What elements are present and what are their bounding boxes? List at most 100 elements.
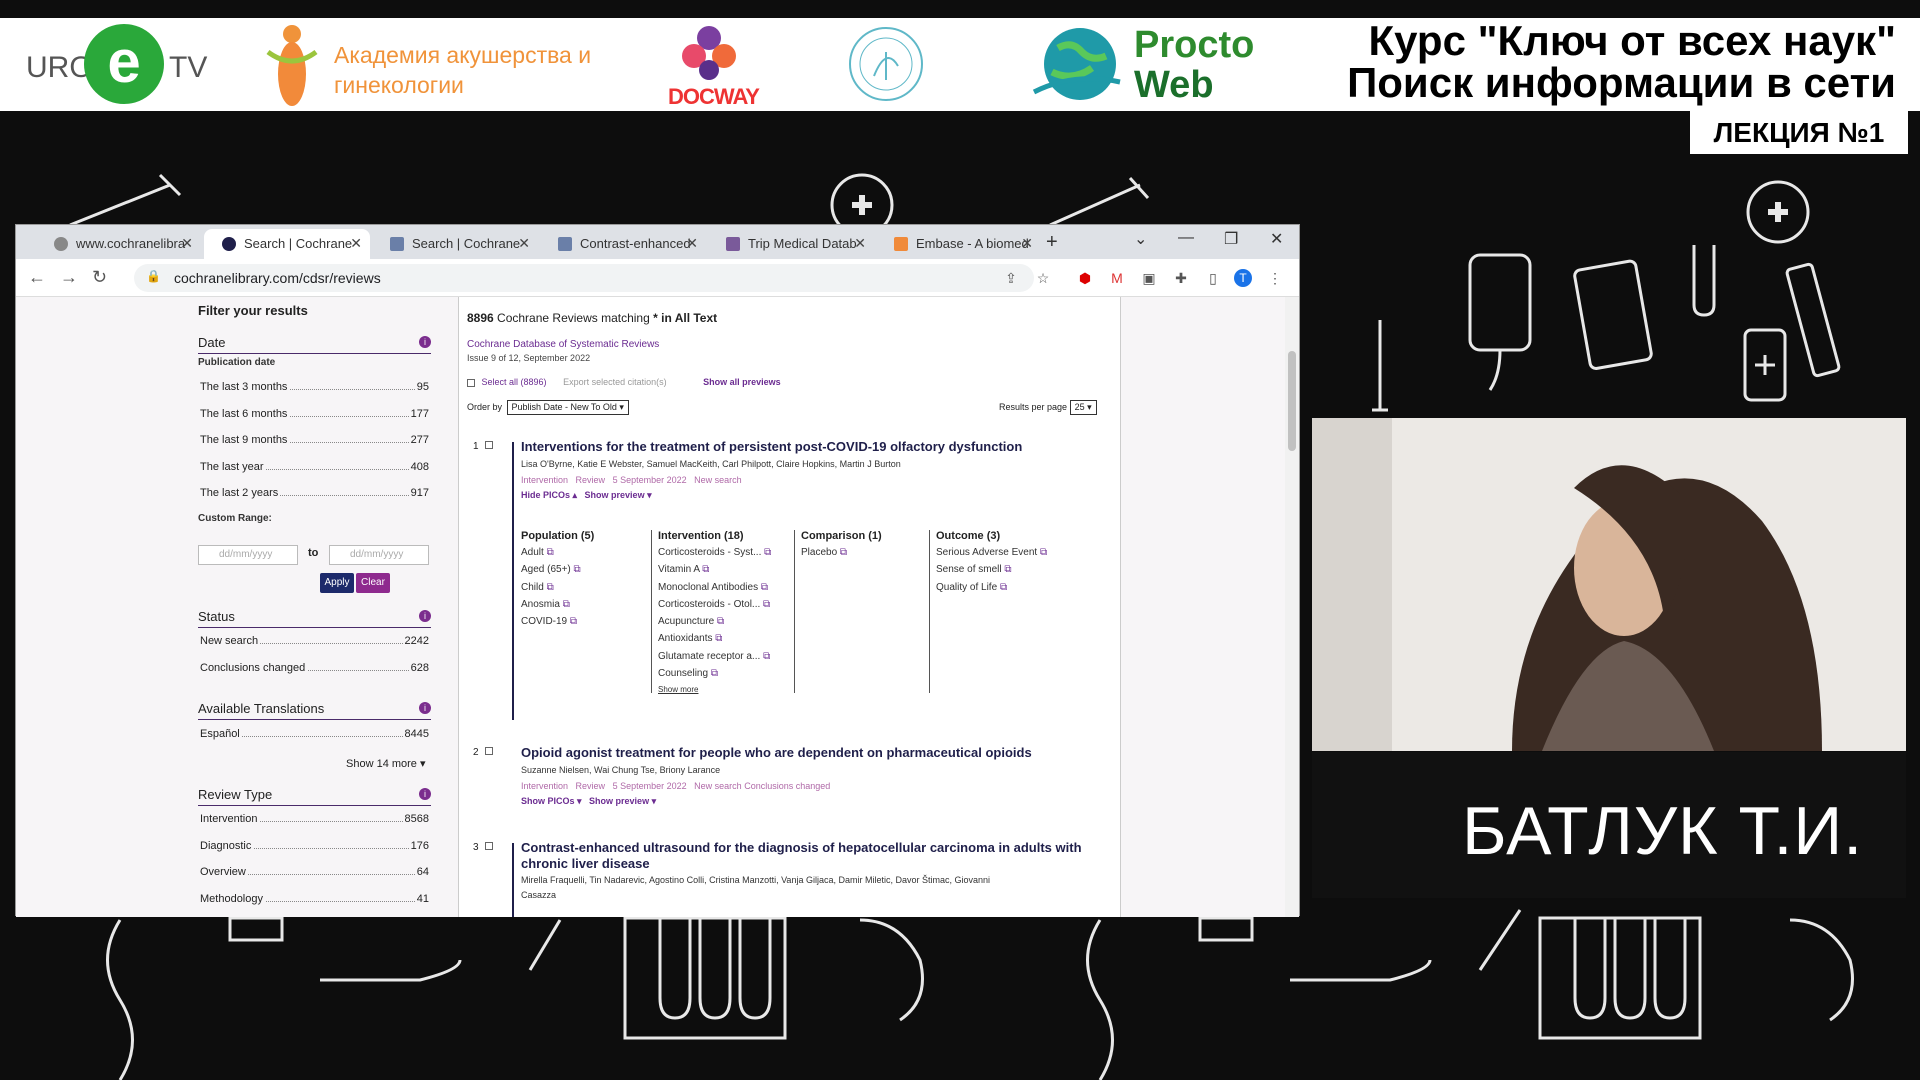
pico-item[interactable]: Counseling ⧉ — [658, 668, 791, 685]
profile-avatar[interactable]: T — [1234, 269, 1252, 287]
filter-row-intervention[interactable]: Intervention 8568 — [200, 813, 429, 825]
result-title-link[interactable]: Opioid agonist treatment for people who … — [521, 745, 1032, 760]
external-link-icon[interactable]: ⧉ — [702, 564, 709, 575]
url-text[interactable]: cochranelibrary.com/cdsr/reviews — [174, 270, 381, 286]
adblock-extension-icon[interactable]: ⬢ — [1076, 269, 1094, 287]
tab-embase[interactable]: Embase - A biomed ✕ — [876, 229, 1041, 259]
page-scrollbar[interactable] — [1285, 297, 1299, 917]
result-title-link-line2[interactable]: chronic liver disease — [521, 856, 650, 871]
filter-row-conclusions-changed[interactable]: Conclusions changed 628 — [200, 662, 429, 674]
pico-item[interactable]: Monoclonal Antibodies ⧉ — [658, 582, 791, 599]
show-more-translations-link[interactable]: Show 14 more ▾ — [346, 757, 426, 770]
maximize-button[interactable]: ❐ — [1224, 229, 1238, 249]
pico-item[interactable]: Aged (65+) ⧉ — [521, 564, 647, 581]
extensions-puzzle-icon[interactable]: ✚ — [1172, 269, 1190, 287]
pico-item[interactable]: Corticosteroids - Syst... ⧉ — [658, 547, 791, 564]
forward-arrow-icon[interactable]: → — [60, 267, 78, 288]
close-tab-icon[interactable]: ✕ — [854, 235, 866, 252]
tab-search-cochrane-2[interactable]: Search | Cochrane ✕ — [372, 229, 538, 259]
close-tab-icon[interactable]: ✕ — [1021, 235, 1033, 252]
external-link-icon[interactable]: ⧉ — [570, 616, 577, 627]
show-preview-toggle[interactable]: Show preview ▾ — [589, 796, 656, 806]
media-extension-icon[interactable]: ▣ — [1140, 269, 1158, 287]
pico-item[interactable]: Child ⧉ — [521, 582, 647, 599]
info-icon[interactable]: i — [419, 610, 431, 622]
filter-row-espanol[interactable]: Español 8445 — [200, 728, 429, 740]
per-page-select[interactable]: 25 ▾ — [1069, 400, 1097, 415]
filter-row-diagnostic[interactable]: Diagnostic 176 — [200, 840, 429, 852]
pico-item[interactable]: Sense of smell ⧉ — [936, 564, 1079, 581]
tab-search-chevron-icon[interactable]: ⌄ — [1134, 229, 1147, 249]
tab-trip-database[interactable]: Trip Medical Datab ✕ — [708, 229, 874, 259]
share-icon[interactable]: ⇪ — [1002, 269, 1020, 287]
filter-row-last-9-months[interactable]: The last 9 months 277 — [200, 434, 429, 446]
pico-item[interactable]: Quality of Life ⧉ — [936, 582, 1079, 599]
external-link-icon[interactable]: ⧉ — [574, 564, 581, 575]
apply-button[interactable]: Apply — [320, 573, 354, 593]
pico-item[interactable]: Antioxidants ⧉ — [658, 633, 791, 650]
review-type-filter-header[interactable]: Review Type i — [198, 787, 431, 806]
database-link[interactable]: Cochrane Database of Systematic Reviews — [467, 339, 659, 350]
new-tab-button[interactable]: + — [1046, 231, 1058, 254]
date-to-input[interactable]: dd/mm/yyyy — [329, 545, 429, 565]
result-title-link[interactable]: Interventions for the treatment of persi… — [521, 439, 1022, 454]
pico-item[interactable]: COVID-19 ⧉ — [521, 616, 647, 633]
date-filter-header[interactable]: Date i — [198, 335, 431, 354]
menu-kebab-icon[interactable]: ⋮ — [1266, 269, 1284, 287]
filter-row-last-year[interactable]: The last year 408 — [200, 461, 429, 473]
translations-filter-header[interactable]: Available Translations i — [198, 701, 431, 720]
order-by-select[interactable]: Publish Date - New To Old ▾ — [506, 400, 629, 415]
show-picos-toggle[interactable]: Show PICOs ▾ — [521, 796, 582, 806]
external-link-icon[interactable]: ⧉ — [547, 547, 554, 558]
close-tab-icon[interactable]: ✕ — [181, 235, 193, 252]
pico-item[interactable]: Vitamin A ⧉ — [658, 564, 791, 581]
external-link-icon[interactable]: ⧉ — [764, 547, 771, 558]
external-link-icon[interactable]: ⧉ — [563, 599, 570, 610]
result-checkbox[interactable] — [485, 747, 493, 755]
external-link-icon[interactable]: ⧉ — [763, 599, 770, 610]
external-link-icon[interactable]: ⧉ — [717, 616, 724, 627]
export-citations-link[interactable]: Export selected citation(s) — [563, 377, 667, 387]
show-all-previews-link[interactable]: Show all previews — [703, 377, 781, 387]
status-filter-header[interactable]: Status i — [198, 609, 431, 628]
pico-item[interactable]: Adult ⧉ — [521, 547, 647, 564]
back-arrow-icon[interactable]: ← — [28, 267, 46, 288]
external-link-icon[interactable]: ⧉ — [840, 547, 847, 558]
external-link-icon[interactable]: ⧉ — [761, 582, 768, 593]
side-panel-icon[interactable]: ▯ — [1204, 269, 1222, 287]
bookmark-star-icon[interactable]: ☆ — [1034, 269, 1052, 287]
pico-item[interactable]: Acupuncture ⧉ — [658, 616, 791, 633]
close-tab-icon[interactable]: ✕ — [686, 235, 698, 252]
external-link-icon[interactable]: ⧉ — [715, 633, 722, 644]
external-link-icon[interactable]: ⧉ — [763, 651, 770, 662]
external-link-icon[interactable]: ⧉ — [1004, 564, 1011, 575]
external-link-icon[interactable]: ⧉ — [547, 582, 554, 593]
pico-item[interactable]: Corticosteroids - Otol... ⧉ — [658, 599, 791, 616]
hide-picos-toggle[interactable]: Hide PICOs ▴ — [521, 490, 577, 500]
gmail-extension-icon[interactable]: M — [1108, 269, 1126, 287]
date-from-input[interactable]: dd/mm/yyyy — [198, 545, 298, 565]
filter-row-overview[interactable]: Overview 64 — [200, 866, 429, 878]
close-window-button[interactable]: ✕ — [1270, 229, 1283, 249]
select-all-checkbox[interactable] — [467, 378, 475, 387]
show-more-interventions-link[interactable]: Show more — [658, 685, 791, 694]
minimize-button[interactable]: — — [1178, 229, 1194, 247]
show-preview-toggle[interactable]: Show preview ▾ — [585, 490, 652, 500]
pico-item[interactable]: Anosmia ⧉ — [521, 599, 647, 616]
external-link-icon[interactable]: ⧉ — [1040, 547, 1047, 558]
external-link-icon[interactable]: ⧉ — [711, 668, 718, 679]
pico-item[interactable]: Serious Adverse Event ⧉ — [936, 547, 1079, 564]
scrollbar-thumb[interactable] — [1288, 351, 1296, 451]
tab-cochrane-home[interactable]: www.cochranelibra ✕ — [36, 229, 201, 259]
result-checkbox[interactable] — [485, 842, 493, 850]
info-icon[interactable]: i — [419, 788, 431, 800]
result-title-link[interactable]: Contrast-enhanced ultrasound for the dia… — [521, 840, 1082, 855]
close-tab-icon[interactable]: ✕ — [518, 235, 530, 252]
address-bar[interactable]: 🔒 cochranelibrary.com/cdsr/reviews — [134, 264, 1034, 292]
tab-contrast-enhanced[interactable]: Contrast-enhanced ✕ — [540, 229, 706, 259]
clear-button[interactable]: Clear — [356, 573, 390, 593]
info-icon[interactable]: i — [419, 336, 431, 348]
filter-row-methodology[interactable]: Methodology 41 — [200, 893, 429, 905]
close-tab-icon[interactable]: ✕ — [350, 235, 362, 252]
external-link-icon[interactable]: ⧉ — [1000, 582, 1007, 593]
